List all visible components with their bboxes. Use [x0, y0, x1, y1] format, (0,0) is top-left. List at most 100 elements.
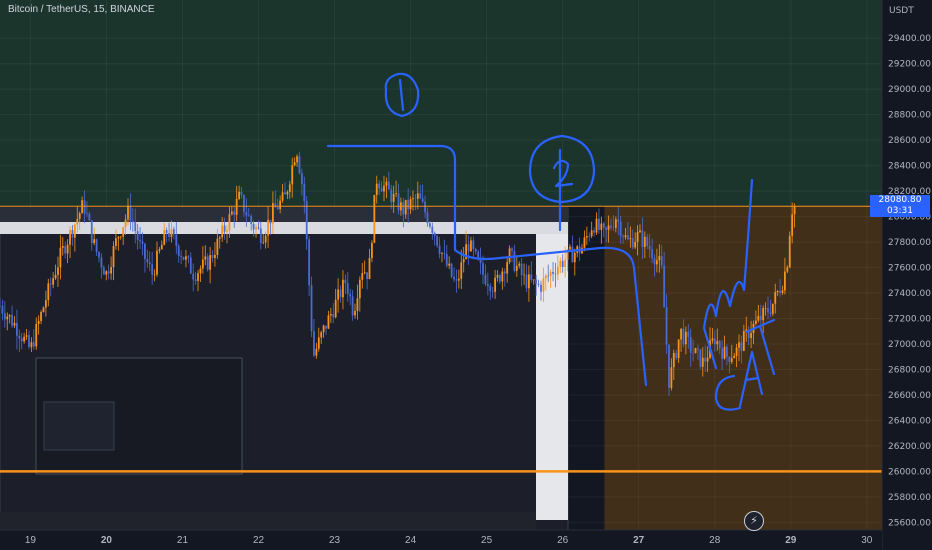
- x-tick-label: 24: [405, 535, 417, 546]
- candle-body: [455, 279, 458, 281]
- candle-body: [619, 221, 622, 237]
- candle-body: [496, 275, 499, 278]
- candle-body: [764, 307, 767, 309]
- candle-body: [718, 341, 721, 349]
- candle-body: [127, 205, 129, 220]
- candle-body: [540, 284, 542, 292]
- candle-body: [153, 274, 156, 276]
- candle-body: [221, 225, 224, 238]
- y-tick-label: 26600.00: [888, 391, 931, 401]
- candle-body: [73, 224, 76, 238]
- candle-body: [119, 236, 122, 238]
- candle-body: [697, 348, 699, 350]
- candle-body: [90, 220, 93, 244]
- candle-body: [656, 260, 658, 265]
- candle-body: [61, 246, 64, 248]
- candle-body: [40, 311, 42, 321]
- candle-body: [247, 215, 250, 217]
- candle-body: [250, 216, 253, 224]
- candle-body: [530, 274, 533, 280]
- candle-body: [233, 211, 236, 215]
- candle-body: [373, 195, 376, 243]
- candle-body: [571, 246, 574, 263]
- price-chart[interactable]: USDT 25600.00 25800.00 26000.00 26200.00 2640…: [0, 0, 932, 550]
- candle-body: [711, 338, 714, 341]
- candle-body: [226, 230, 228, 232]
- candle-body: [750, 333, 752, 339]
- candle-body: [409, 199, 412, 210]
- candle-body: [16, 322, 18, 336]
- candle-body: [588, 236, 591, 237]
- candle-body: [243, 195, 245, 212]
- lightning-icon[interactable]: ⚡: [744, 511, 764, 531]
- candle-body: [762, 308, 765, 321]
- candle-body: [515, 265, 518, 271]
- candle-body: [675, 352, 678, 359]
- candle-body: [412, 198, 414, 200]
- candle-body: [569, 246, 571, 250]
- candle-body: [129, 205, 132, 221]
- symbol-title[interactable]: Bitcoin / TetherUS, 15, BINANCE: [8, 4, 155, 15]
- candle-body: [499, 275, 501, 282]
- candle-body: [204, 256, 207, 260]
- candle-body: [624, 235, 627, 238]
- time-scale[interactable]: [0, 530, 882, 550]
- candle-body: [180, 255, 183, 257]
- candle-body: [791, 214, 794, 236]
- y-tick-label: 26400.00: [888, 416, 931, 426]
- candle-body: [214, 255, 216, 258]
- candle-body: [177, 245, 180, 256]
- candle-body: [677, 339, 680, 359]
- candle-body: [491, 291, 494, 292]
- candle-body: [25, 335, 28, 337]
- candle-body: [450, 263, 453, 277]
- candle-body: [520, 263, 523, 276]
- candle-body: [148, 262, 151, 265]
- candle-body: [742, 331, 745, 351]
- candle-body: [612, 227, 615, 229]
- candle-body: [37, 320, 40, 325]
- candle-body: [136, 231, 139, 240]
- candle-body: [194, 279, 197, 281]
- candle-body: [740, 342, 743, 351]
- candle-body: [559, 260, 562, 267]
- chart-area[interactable]: USDT 25600.00 25800.00 26000.00 26200.00 2640…: [0, 0, 932, 550]
- candle-body: [774, 292, 777, 304]
- candle-body: [160, 244, 163, 250]
- candle-body: [528, 274, 530, 289]
- zone-0: [0, 0, 882, 207]
- y-tick-label: 25600.00: [888, 518, 931, 528]
- candle-body: [351, 296, 354, 316]
- candle-body: [88, 213, 91, 221]
- candle-body: [648, 245, 651, 250]
- candle-body: [407, 199, 410, 210]
- candle-body: [460, 262, 463, 279]
- candle-body: [95, 239, 98, 253]
- candle-body: [779, 290, 781, 293]
- candle-body: [49, 283, 52, 285]
- candle-body: [421, 198, 424, 202]
- candle-body: [701, 357, 704, 367]
- candle-body: [206, 256, 209, 270]
- candle-body: [472, 240, 475, 249]
- candle-body: [0, 305, 1, 307]
- candle-body: [759, 315, 762, 321]
- embedded-screenshot-toolbar: [0, 222, 568, 234]
- y-tick-label: 29000.00: [888, 85, 931, 95]
- candle-body: [320, 332, 323, 338]
- candle-body: [462, 259, 465, 263]
- candle-body: [267, 219, 269, 236]
- candle-body: [368, 258, 371, 280]
- candle-body: [554, 273, 557, 275]
- candle-body: [245, 211, 248, 216]
- x-tick-label: 21: [177, 535, 189, 546]
- candle-body: [310, 285, 313, 332]
- candle-body: [218, 237, 221, 239]
- candle-body: [151, 264, 154, 275]
- candle-body: [339, 289, 342, 298]
- candle-body: [291, 165, 294, 185]
- candle-body: [617, 219, 620, 222]
- candle-body: [660, 256, 663, 266]
- candle-body: [793, 206, 796, 215]
- candle-body: [98, 252, 100, 258]
